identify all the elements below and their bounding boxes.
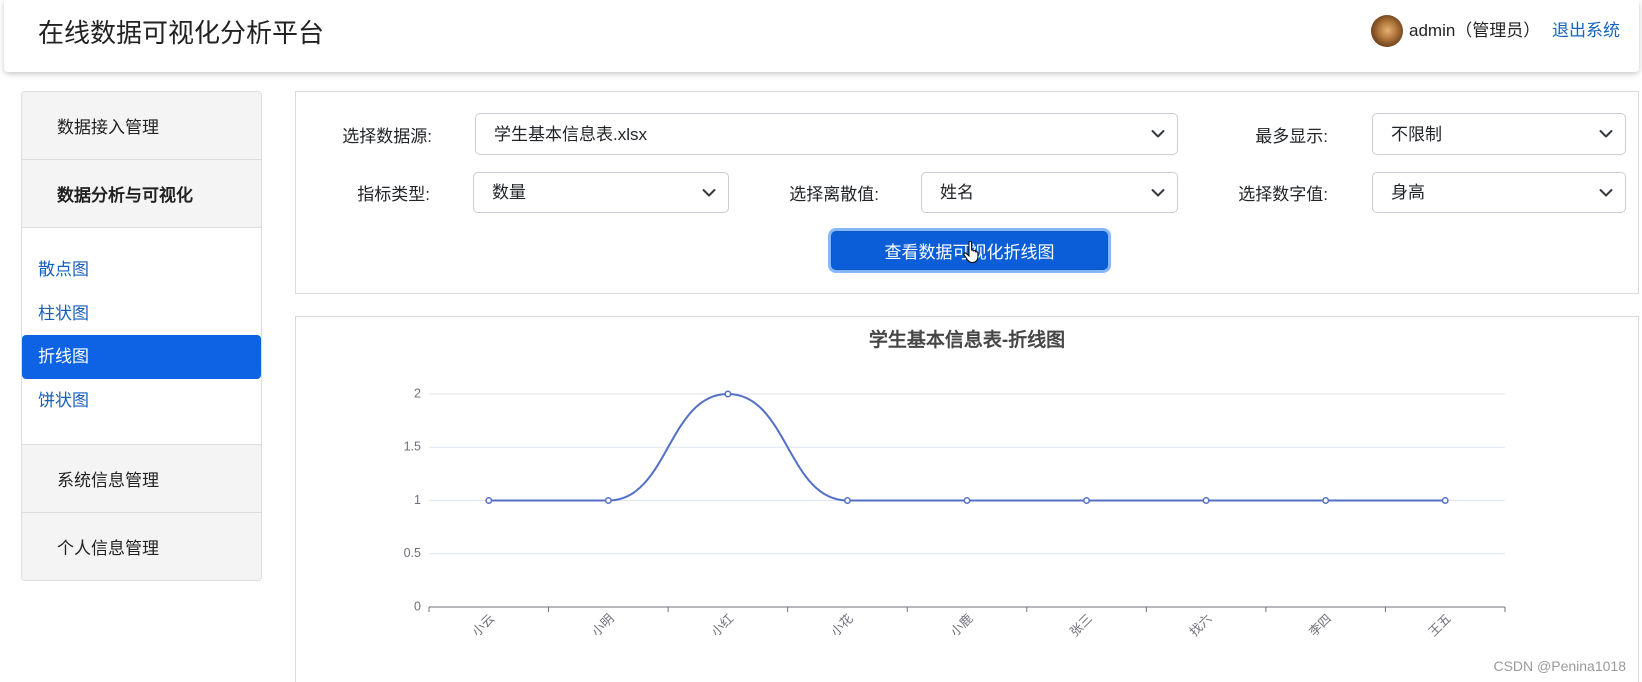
menu-label: 数据分析与可视化: [57, 186, 193, 205]
x-tick-label: 小鹿: [947, 611, 975, 639]
y-tick-label: 1.5: [404, 440, 421, 454]
x-tick-label: 小花: [828, 611, 856, 639]
filter-form-panel: 选择数据源: 学生基本信息表.xlsx 最多显示: 不限制 指标类型: 数量 选…: [295, 91, 1639, 294]
menu-personal-info[interactable]: 个人信息管理: [22, 513, 261, 580]
menu-label: 数据接入管理: [57, 118, 159, 137]
submenu-visualization: 散点图 柱状图 折线图 饼状图: [22, 228, 261, 445]
data-point: [1322, 497, 1330, 504]
x-tick-label: 小明: [589, 612, 617, 640]
metric-type-select-wrap: 数量: [473, 172, 729, 213]
menu-label: 系统信息管理: [57, 471, 159, 490]
line-chart: 0 0.5 1 1.5 2 小云 小明 小红 小花 小鹿 张三 找六 李四 王五: [404, 386, 1506, 640]
submenu-item-scatter[interactable]: 散点图: [22, 248, 261, 292]
menu-data-analysis[interactable]: 数据分析与可视化: [22, 160, 261, 228]
metric-type-label: 指标类型:: [357, 185, 430, 204]
y-tick-label: 1: [414, 493, 421, 507]
current-user-label: admin（管理员）: [1409, 21, 1541, 40]
chart-panel: 学生基本信息表-折线图 0 0.5 1 1.5 2 小云 小明 小红 小花 小鹿 张三 找六 李四 王五: [295, 316, 1639, 682]
numeric-field-select-wrap: 身高: [1372, 172, 1626, 213]
data-point: [724, 390, 732, 398]
data-point: [1202, 497, 1210, 504]
data-point: [1083, 497, 1091, 504]
x-tick-label: 李四: [1306, 611, 1334, 639]
metric-type-select[interactable]: 数量: [473, 172, 729, 213]
user-avatar-icon[interactable]: [1371, 15, 1403, 47]
x-tick-label: 张三: [1067, 611, 1095, 639]
menu-label: 个人信息管理: [57, 539, 159, 558]
data-point: [1441, 497, 1449, 504]
watermark-text: CSDN @Penina1018: [1493, 658, 1626, 674]
discrete-field-select[interactable]: 姓名: [921, 172, 1178, 213]
menu-data-access[interactable]: 数据接入管理: [22, 92, 261, 160]
max-display-select[interactable]: 不限制: [1372, 113, 1626, 155]
numeric-field-select[interactable]: 身高: [1372, 172, 1626, 213]
data-point: [963, 497, 971, 504]
max-display-label: 最多显示:: [1255, 126, 1328, 146]
submenu-item-pie[interactable]: 饼状图: [22, 379, 261, 423]
datasource-select-wrap: 学生基本信息表.xlsx: [475, 113, 1178, 155]
y-tick-label: 0: [414, 599, 421, 613]
app-title: 在线数据可视化分析平台: [38, 18, 325, 48]
data-point: [604, 497, 612, 504]
datasource-select[interactable]: 学生基本信息表.xlsx: [475, 113, 1178, 155]
view-line-chart-button[interactable]: 查看数据可视化折线图: [831, 231, 1108, 270]
x-tick-label: 小红: [708, 611, 736, 639]
data-point: [843, 497, 851, 504]
x-tick-label: 王五: [1426, 612, 1454, 640]
max-display-select-wrap: 不限制: [1372, 113, 1626, 155]
submenu-item-bar[interactable]: 柱状图: [22, 292, 261, 336]
y-tick-label: 2: [414, 386, 421, 400]
numeric-field-label: 选择数字值:: [1238, 185, 1328, 204]
discrete-field-select-wrap: 姓名: [921, 172, 1178, 213]
y-tick-label: 0.5: [404, 546, 421, 560]
discrete-field-label: 选择离散值:: [789, 185, 879, 204]
sidebar: 数据接入管理 数据分析与可视化 散点图 柱状图 折线图 饼状图 系统信息管理 个…: [21, 91, 262, 581]
menu-system-info[interactable]: 系统信息管理: [22, 445, 261, 513]
x-tick-label: 小云: [470, 612, 498, 640]
x-tick-label: 找六: [1187, 612, 1215, 640]
data-point: [485, 497, 493, 504]
submenu-item-line[interactable]: 折线图: [22, 335, 261, 379]
top-header: 在线数据可视化分析平台 admin（管理员） 退出系统: [4, 0, 1639, 72]
logout-link[interactable]: 退出系统: [1552, 16, 1620, 46]
datasource-label: 选择数据源:: [342, 126, 432, 146]
